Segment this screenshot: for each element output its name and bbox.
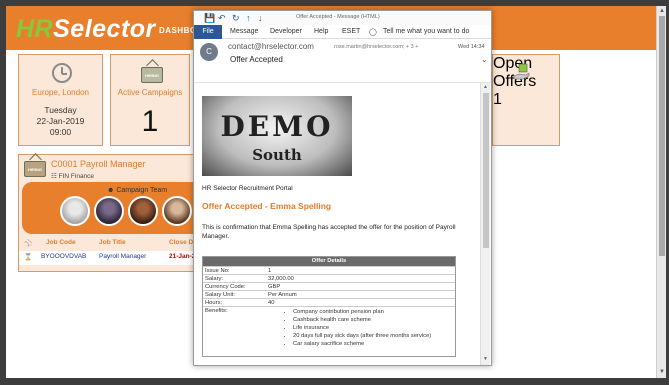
date-label: 22-Jan-2019 [36, 116, 85, 126]
active-campaigns-label: Active Campaigns [117, 88, 183, 97]
window-title: Offer Accepted - Message (HTML) [296, 14, 380, 20]
campaign-team-band: ☻ Campaign Team [22, 182, 207, 234]
vacancy-table-header: ⚾ Job Code Job Title Close Date [19, 237, 209, 249]
message-body: DEMO South HR Selector Recruitment Porta… [194, 83, 480, 365]
org-chart-icon: ☷ [51, 173, 59, 180]
tab-eset[interactable]: ESET [342, 28, 360, 35]
page-scrollbar[interactable]: ▲ ▼ [656, 6, 666, 378]
up-arrow-icon[interactable]: ↑ [246, 13, 251, 23]
tell-me-input[interactable]: Tell me what you want to do [383, 28, 469, 35]
scroll-up-icon[interactable]: ▲ [481, 83, 490, 92]
active-campaigns-card[interactable]: HIRING Active Campaigns 1 [110, 54, 190, 146]
job-title-cell: Payroll Manager [99, 253, 147, 260]
outlook-title-bar: 💾 ↶ ↻ ↑ ↓ Offer Accepted - Message (HTML… [194, 11, 491, 25]
key-icon: ⚾ [24, 240, 33, 247]
list-item: Company contribution pension plan [293, 308, 431, 316]
team-member-avatar[interactable] [128, 196, 158, 226]
table-row[interactable]: ⌛ BYOOOVDVAB Payroll Manager 21-Jan-2019 [19, 251, 209, 265]
tab-help[interactable]: Help [314, 28, 328, 35]
sender-avatar: C [200, 43, 218, 61]
offer-details-table: Offer Details Issue No: 1 Salary: 32,000.0… [202, 256, 456, 357]
benefits-list: Company contribution pension plan Cashba… [293, 308, 431, 348]
job-code-cell: BYOOOVDVAB [41, 253, 87, 260]
column-job-code: Job Code [46, 239, 76, 246]
location-card: Europe, London Tuesday 22-Jan-2019 09:00 [18, 54, 103, 146]
hiring-sign-icon: HIRING [141, 67, 163, 83]
list-item: Life insurance [293, 324, 431, 332]
team-member-avatar[interactable] [60, 196, 90, 226]
undo-icon[interactable]: ↶ [218, 13, 226, 24]
chevron-down-icon[interactable]: ⌄ [481, 55, 488, 64]
clock-icon [52, 63, 72, 83]
sender-address[interactable]: contact@hrselector.com [228, 42, 314, 51]
demo-south-logo: DEMO South [202, 96, 352, 176]
table-row: Issue No: 1 [203, 266, 455, 274]
message-header: C contact@hrselector.com rose.martin@hrs… [194, 39, 491, 83]
offer-details-title: Offer Details [203, 257, 455, 266]
offer-hand-icon [513, 63, 531, 81]
lightbulb-icon: ◯ [369, 29, 377, 36]
tab-message[interactable]: Message [230, 28, 258, 35]
vacancy-panel: HIRING C0001 Payroll Manager ☷ FIN Finan… [18, 154, 209, 272]
scrollbar-thumb[interactable] [659, 16, 665, 256]
time-label: 09:00 [49, 127, 72, 137]
day-label: Tuesday [44, 105, 77, 115]
open-offers-count: 1 [493, 91, 502, 108]
team-member-avatar[interactable] [94, 196, 124, 226]
message-subject: Offer Accepted [230, 55, 283, 64]
confirmation-text: This is confirmation that Emma Spelling … [202, 224, 456, 240]
redo-icon[interactable]: ↻ [232, 13, 240, 24]
campaign-team-label: ☻ Campaign Team [107, 187, 168, 194]
benefits-row: Benefits: Company contribution pension p… [203, 306, 455, 356]
scroll-down-icon[interactable]: ▼ [658, 368, 666, 376]
sent-date: Wed 14:34 [458, 44, 485, 50]
team-icon: ☻ [107, 187, 117, 194]
table-row: Salary: 32,000.00 [203, 274, 455, 282]
message-scrollbar[interactable]: ▲ ▼ [480, 83, 490, 365]
list-item: 20 days full pay sick days (after three … [293, 332, 431, 340]
save-icon[interactable]: 💾 [204, 13, 215, 24]
down-arrow-icon[interactable]: ↓ [258, 13, 263, 23]
ribbon-tabs: File Message Developer Help ESET ◯ Tell … [194, 25, 491, 39]
scroll-down-icon[interactable]: ▼ [481, 355, 490, 364]
list-item: Car salary sacrifice scheme [293, 340, 431, 348]
active-campaigns-count: 1 [141, 105, 159, 138]
table-row: Salary Unit: Per Annum [203, 290, 455, 298]
scrollbar-thumb[interactable] [483, 93, 489, 248]
email-heading: Offer Accepted - Emma Spelling [202, 201, 332, 211]
team-member-avatar[interactable] [162, 196, 192, 226]
scroll-up-icon[interactable]: ▲ [658, 7, 666, 15]
table-row: Hours: 40 [203, 298, 455, 306]
location-label: Europe, London [32, 88, 89, 97]
portal-name: HR Selector Recruitment Portal [202, 185, 293, 192]
column-job-title: Job Title [99, 239, 126, 246]
tab-developer[interactable]: Developer [270, 28, 302, 35]
hiring-sign-icon: HIRING [24, 161, 46, 177]
table-row: Currency Code: GBP [203, 282, 455, 290]
vacancy-department: ☷ FIN Finance [51, 173, 95, 180]
recipients[interactable]: rose.martin@hrselector.com; + 3 + [334, 44, 418, 50]
outlook-message-window: 💾 ↶ ↻ ↑ ↓ Offer Accepted - Message (HTML… [193, 10, 492, 366]
app-logo[interactable]: HRSelector [16, 15, 156, 44]
open-offers-card[interactable]: Open Offers 1 [492, 54, 560, 146]
list-item: Cashback health care scheme [293, 316, 431, 324]
tab-file[interactable]: File [194, 25, 222, 39]
hourglass-icon: ⌛ [24, 254, 33, 261]
vacancy-title[interactable]: C0001 Payroll Manager [51, 159, 146, 169]
